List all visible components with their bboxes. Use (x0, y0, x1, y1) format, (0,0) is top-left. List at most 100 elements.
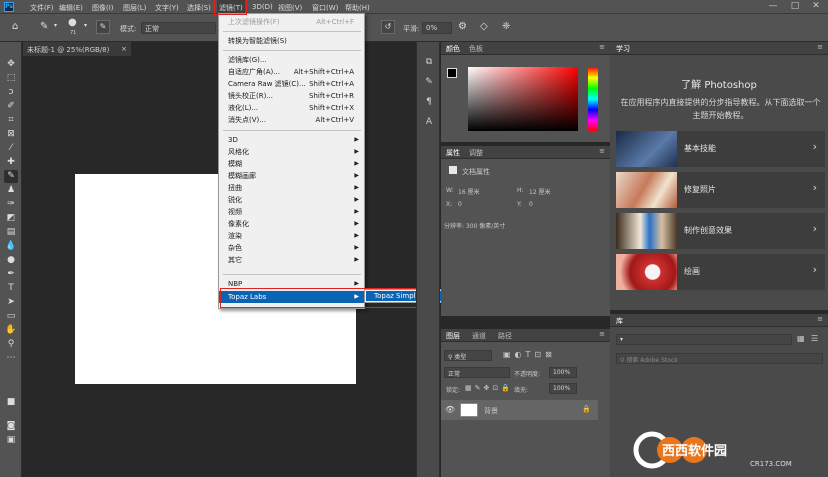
crop-tool-icon[interactable]: ⌗ (4, 114, 18, 127)
filter-menu-item-last-filter[interactable]: 上次滤镜操作(F) Alt+Ctrl+F (219, 16, 364, 28)
close-tab-icon[interactable]: × (121, 45, 127, 53)
tab-swatches[interactable]: 色板 (469, 44, 483, 54)
menu-image[interactable]: 图像(I) (92, 3, 114, 13)
document-tab[interactable]: 未标题-1 @ 25%(RGB/8) × (23, 42, 131, 56)
filter-menu-item-other[interactable]: 其它 ▶ (219, 254, 364, 266)
filter-menu-item-adaptive-wide-angle[interactable]: 自适应广角(A)... Alt+Shift+Ctrl+A (219, 66, 364, 78)
chevron-down-icon[interactable]: ▾ (84, 22, 87, 29)
tab-library[interactable]: 库 (616, 316, 623, 326)
menu-edit[interactable]: 编辑(E) (59, 3, 83, 13)
layer-filter-icons[interactable]: ▣◐T⊡⊠ (503, 350, 556, 359)
lock-icons[interactable]: ▦✎✥⊡🔒 (465, 384, 513, 392)
brush-settings-icon[interactable]: ✎ (96, 20, 110, 34)
filter-menu-item-stylize[interactable]: 风格化 ▶ (219, 146, 364, 158)
learn-card-fix-photo[interactable]: 修复照片 › (616, 172, 825, 208)
filter-menu-item-smart-filter[interactable]: 转换为智能滤镜(S) (219, 35, 364, 47)
eyedropper-tool-icon[interactable]: ⁄ (4, 142, 18, 155)
filter-menu-item-blur[interactable]: 模糊 ▶ (219, 158, 364, 170)
tab-adjustments[interactable]: 调整 (469, 148, 483, 158)
panel-menu-icon[interactable]: ≡ (817, 315, 823, 323)
x-value[interactable]: 0 (458, 201, 462, 208)
pressure-opacity-icon[interactable]: ↺ (381, 20, 395, 34)
filter-menu-item-video[interactable]: 视频 ▶ (219, 206, 364, 218)
history-brush-tool-icon[interactable]: ✑ (4, 198, 18, 211)
menu-file[interactable]: 文件(F) (30, 3, 54, 13)
opacity-field[interactable]: 100% (549, 367, 577, 378)
close-window-button[interactable]: ✕ (811, 1, 821, 11)
hue-slider[interactable] (588, 67, 598, 131)
blur-tool-icon[interactable]: 💧 (4, 240, 18, 253)
brush-settings-panel-icon[interactable]: ✎ (423, 76, 435, 88)
smoothing-settings-icon[interactable]: ⚙ (458, 21, 467, 32)
brush-tool-icon[interactable]: ✎ (4, 170, 18, 183)
angle-icon[interactable]: ◇ (480, 21, 488, 32)
rectangle-tool-icon[interactable]: ▭ (4, 310, 18, 323)
screen-mode-icon[interactable]: ▣ (4, 434, 18, 447)
gradient-tool-icon[interactable]: ▤ (4, 226, 18, 239)
more-tools-icon[interactable]: ⋯ (4, 352, 18, 365)
learn-card-painting[interactable]: 绘画 › (616, 254, 825, 290)
library-search-input[interactable]: ⚲ 搜索 Adobe Stock (616, 353, 823, 364)
filter-menu-item-vanishing-point[interactable]: 消失点(V)... Alt+Ctrl+V (219, 114, 364, 126)
filter-menu-item-noise[interactable]: 杂色 ▶ (219, 242, 364, 254)
history-panel-icon[interactable]: ⧉ (423, 56, 435, 68)
foreground-color-swatch[interactable] (447, 68, 457, 78)
tab-color[interactable]: 颜色 (446, 44, 460, 54)
layer-name[interactable]: 背景 (484, 406, 498, 416)
tab-learn[interactable]: 学习 (616, 44, 630, 54)
lasso-tool-icon[interactable]: ↄ (4, 86, 18, 99)
y-value[interactable]: 0 (529, 201, 533, 208)
height-value[interactable]: 12 厘米 (529, 187, 551, 196)
minimize-button[interactable]: — (768, 1, 778, 11)
marquee-tool-icon[interactable]: ⬚ (4, 72, 18, 85)
type-tool-icon[interactable]: T (4, 282, 18, 295)
menu-type[interactable]: 文字(Y) (155, 3, 179, 13)
panel-menu-icon[interactable]: ≡ (599, 330, 605, 338)
paragraph-panel-icon[interactable]: ¶ (423, 96, 435, 108)
menu-layer[interactable]: 图层(L) (123, 3, 146, 13)
fill-field[interactable]: 100% (549, 383, 577, 394)
filter-menu-item-blur-gallery[interactable]: 模糊画廊 ▶ (219, 170, 364, 182)
clone-stamp-tool-icon[interactable]: ♟ (4, 184, 18, 197)
tab-properties[interactable]: 属性 (446, 148, 460, 158)
library-select[interactable]: ▾ (616, 334, 792, 345)
blend-mode-select[interactable]: 正常 (444, 367, 510, 378)
filter-menu-item-sharpen[interactable]: 锐化 ▶ (219, 194, 364, 206)
dodge-tool-icon[interactable]: ● (4, 254, 18, 267)
restore-button[interactable]: □ (790, 1, 800, 11)
tab-channels[interactable]: 通道 (472, 331, 486, 341)
frame-tool-icon[interactable]: ⊠ (4, 128, 18, 141)
learn-card-creative-effects[interactable]: 制作创意效果 › (616, 213, 825, 249)
list-view-icon[interactable]: ☰ (811, 334, 818, 343)
filter-menu-item-3d[interactable]: 3D ▶ (219, 134, 364, 146)
filter-menu-item-camera-raw[interactable]: Camera Raw 滤镜(C)... Shift+Ctrl+A (219, 78, 364, 90)
menu-help[interactable]: 帮助(H) (345, 3, 370, 13)
chevron-down-icon[interactable]: ▾ (54, 22, 57, 29)
filter-menu-item-liquify[interactable]: 液化(L)... Shift+Ctrl+X (219, 102, 364, 114)
panel-menu-icon[interactable]: ≡ (817, 43, 823, 51)
learn-card-basic-skills[interactable]: 基本技能 › (616, 131, 825, 167)
eye-icon[interactable]: 👁 (445, 405, 455, 414)
brush-preset-icon[interactable]: ✎ (40, 21, 48, 32)
filter-menu-item-filter-gallery[interactable]: 滤镜库(G)... (219, 54, 364, 66)
quick-mask-icon[interactable]: ◙ (4, 420, 18, 433)
eraser-tool-icon[interactable]: ◩ (4, 212, 18, 225)
zoom-tool-icon[interactable]: ⚲ (4, 338, 18, 351)
width-value[interactable]: 16 厘米 (458, 187, 480, 196)
foreground-color-swatch[interactable]: ■ (4, 396, 18, 409)
character-panel-icon[interactable]: A (423, 116, 435, 128)
move-tool-icon[interactable]: ✥ (4, 58, 18, 71)
path-select-tool-icon[interactable]: ➤ (4, 296, 18, 309)
healing-brush-tool-icon[interactable]: ✚ (4, 156, 18, 169)
grid-view-icon[interactable]: ▦ (797, 334, 805, 343)
quick-select-tool-icon[interactable]: ✐ (4, 100, 18, 113)
tab-paths[interactable]: 路径 (498, 331, 512, 341)
tab-layers[interactable]: 图层 (446, 331, 460, 341)
smoothing-field[interactable]: 0% (422, 22, 452, 34)
color-picker-field[interactable] (468, 67, 578, 131)
hand-tool-icon[interactable]: ✋ (4, 324, 18, 337)
filter-menu-item-pixelate[interactable]: 像素化 ▶ (219, 218, 364, 230)
filter-menu-item-distort[interactable]: 扭曲 ▶ (219, 182, 364, 194)
brush-tip-icon[interactable]: ● (68, 17, 77, 28)
filter-menu-item-lens-correction[interactable]: 镜头校正(R)... Shift+Ctrl+R (219, 90, 364, 102)
